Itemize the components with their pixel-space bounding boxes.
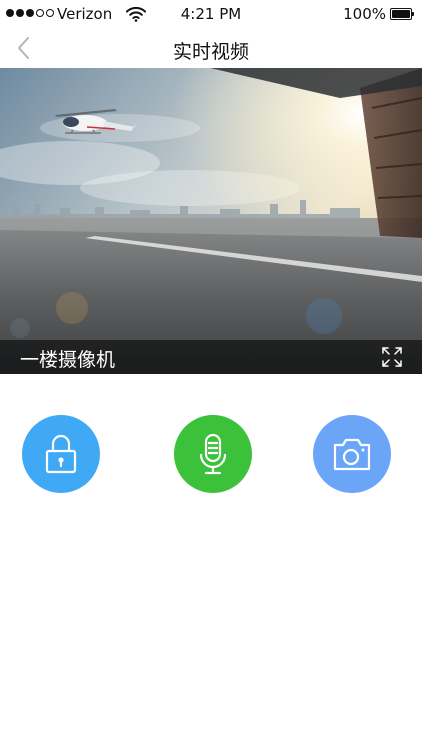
page-title: 实时视频 xyxy=(172,41,249,63)
talk-button[interactable] xyxy=(174,415,252,493)
fullscreen-button[interactable] xyxy=(382,347,402,367)
camera-icon xyxy=(333,438,371,471)
unlock-button[interactable] xyxy=(22,415,100,493)
status-bar: Verizon 4:21 PM 100% xyxy=(0,0,422,28)
video-caption-bar: 一楼摄像机 xyxy=(0,340,422,374)
microphone-icon xyxy=(199,433,227,475)
snapshot-button[interactable] xyxy=(313,415,391,493)
lock-icon xyxy=(45,434,77,474)
camera-name: 一楼摄像机 xyxy=(20,349,116,371)
live-video-player[interactable]: 一楼摄像机 xyxy=(0,68,422,374)
fullscreen-icon xyxy=(382,347,402,367)
battery-icon xyxy=(390,8,416,20)
battery-percent: 100% xyxy=(343,5,386,23)
navigation-bar: 实时视频 xyxy=(0,28,422,68)
video-frame xyxy=(0,68,422,374)
